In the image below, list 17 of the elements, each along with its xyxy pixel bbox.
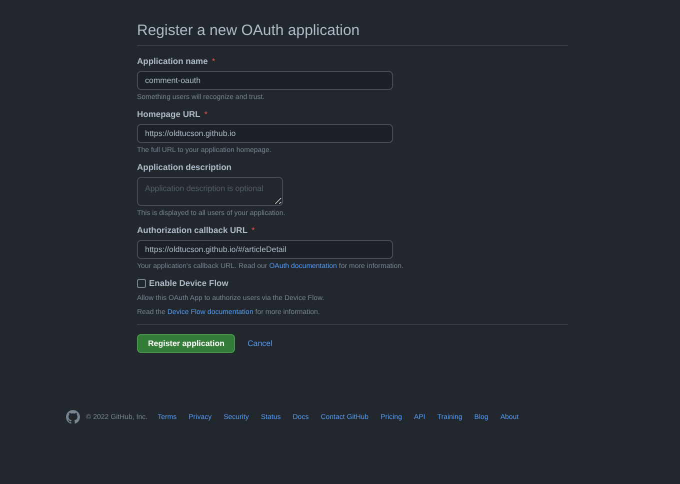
text-area[interactable]: Application description is optional <box>137 177 283 206</box>
text-field[interactable]: comment-oauth <box>137 71 393 90</box>
register-button[interactable]: Register application <box>137 334 236 353</box>
required-mark: * <box>212 56 216 66</box>
cancel-link[interactable]: Cancel <box>247 339 272 348</box>
required-mark: * <box>204 109 208 119</box>
field-label: Homepage URL <box>137 109 200 119</box>
page-title: Register a new OAuth application <box>137 22 361 39</box>
field-label: Authorization callback URL <box>137 225 248 235</box>
required-mark: * <box>252 225 255 235</box>
checkbox[interactable] <box>137 278 146 288</box>
field-label: Application name <box>137 56 208 66</box>
text-field[interactable]: https://oldtucson.github.io/#/articleDetail <box>137 240 393 259</box>
octocat-logo-icon <box>66 410 80 424</box>
checkbox-label: Enable Device Flow <box>149 278 228 288</box>
field-label: Application description <box>137 162 232 172</box>
text-field[interactable]: https://oldtucson.github.io <box>137 124 393 143</box>
